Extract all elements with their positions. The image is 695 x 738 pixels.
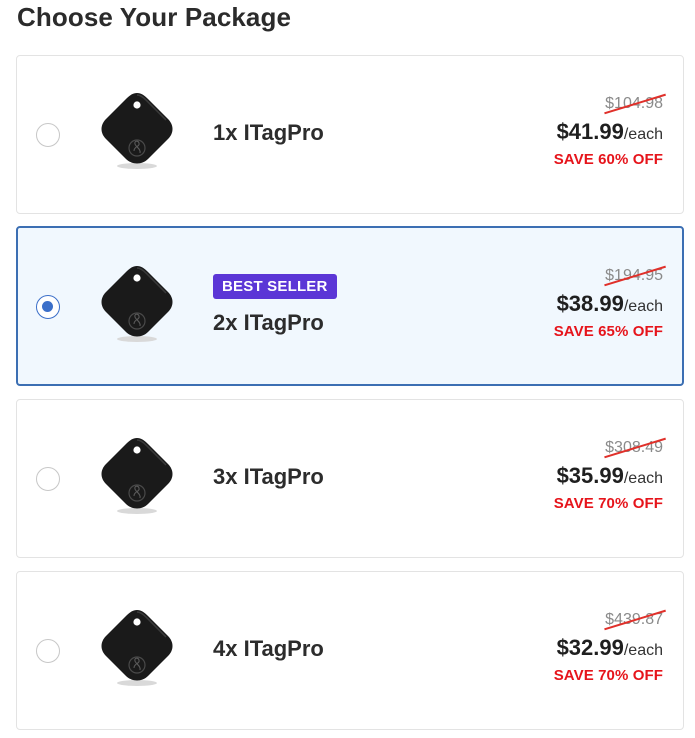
original-price: $104.98 <box>604 93 666 114</box>
package-name: 3x ITagPro <box>213 464 324 489</box>
price-unit: /each <box>623 298 663 315</box>
original-price: $308.49 <box>604 437 666 458</box>
package-radio-2x[interactable] <box>36 295 60 319</box>
best-seller-badge: BEST SELLER <box>213 274 337 299</box>
package-price: $35.99 <box>556 463 624 488</box>
package-name: 2x ITagPro <box>213 310 324 335</box>
package-name: 4x ITagPro <box>213 636 324 661</box>
package-name: 1x ITagPro <box>213 120 324 145</box>
package-price: $41.99 <box>556 119 624 144</box>
package-option-1x[interactable]: 1x ITagPro $104.98 $41.99/each SAVE 60% … <box>16 55 684 214</box>
tracker-tag-icon <box>96 262 178 344</box>
package-option-3x[interactable]: 3x ITagPro $308.49 $35.99/each SAVE 70% … <box>16 399 684 558</box>
package-option-4x[interactable]: 4x ITagPro $439.87 $32.99/each SAVE 70% … <box>16 571 684 730</box>
package-radio-4x[interactable] <box>36 639 60 663</box>
page-title: Choose Your Package <box>17 2 292 32</box>
tracker-tag-icon <box>96 606 178 688</box>
price-block: $104.98 $41.99/each SAVE 60% OFF <box>463 93 666 168</box>
package-radio-1x[interactable] <box>36 123 60 147</box>
savings-label: SAVE 70% OFF <box>553 495 663 512</box>
tracker-tag-icon <box>96 434 178 516</box>
package-option-2x[interactable]: BEST SELLER 2x ITagPro $194.95 $38.99/ea… <box>16 226 684 386</box>
price-block: $194.95 $38.99/each SAVE 65% OFF <box>463 265 666 340</box>
price-block: $308.49 $35.99/each SAVE 70% OFF <box>463 437 666 512</box>
savings-label: SAVE 70% OFF <box>553 667 663 684</box>
savings-label: SAVE 60% OFF <box>553 151 663 168</box>
package-price: $38.99 <box>556 291 624 316</box>
original-price: $194.95 <box>604 265 666 286</box>
price-unit: /each <box>623 126 663 143</box>
price-unit: /each <box>623 470 663 487</box>
radio-selected-dot <box>42 301 53 312</box>
price-unit: /each <box>623 642 663 659</box>
tracker-tag-icon <box>96 89 178 171</box>
package-radio-3x[interactable] <box>36 467 60 491</box>
package-price: $32.99 <box>556 635 624 660</box>
savings-label: SAVE 65% OFF <box>553 323 663 340</box>
price-block: $439.87 $32.99/each SAVE 70% OFF <box>463 609 666 684</box>
original-price: $439.87 <box>604 609 666 630</box>
